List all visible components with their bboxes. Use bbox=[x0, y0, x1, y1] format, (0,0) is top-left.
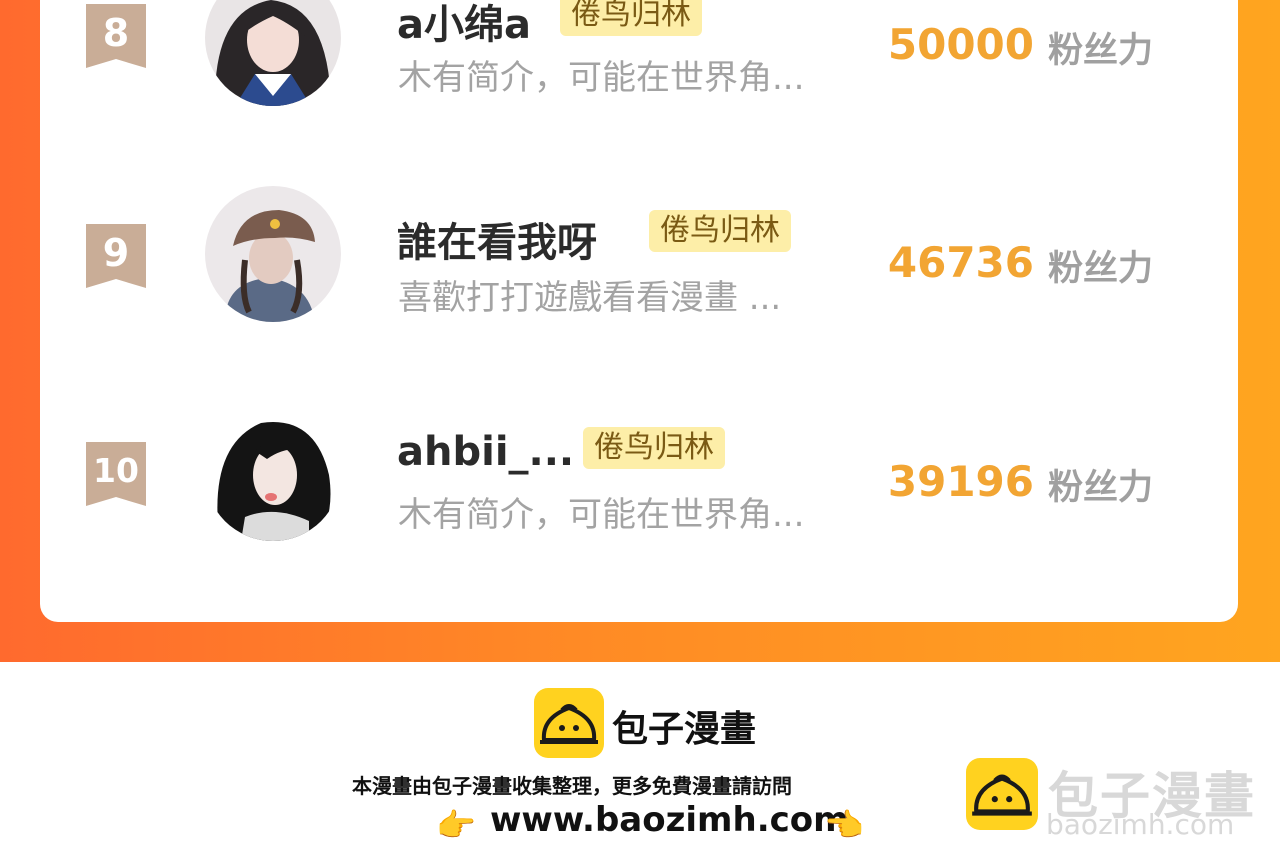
user-avatar[interactable] bbox=[205, 186, 341, 322]
user-tag-badge: 倦鸟归林 bbox=[560, 0, 702, 36]
user-name[interactable]: a小绵a bbox=[397, 0, 531, 50]
ranking-row[interactable]: 8 a小绵a 倦鸟归林 木有简介，可能在世界角... 50000 粉丝力 bbox=[0, 0, 1280, 130]
user-bio: 喜歡打打遊戲看看漫畫 ... bbox=[398, 278, 782, 318]
user-avatar[interactable] bbox=[205, 0, 341, 106]
footer-url-link[interactable]: www.baozimh.com bbox=[490, 800, 849, 840]
user-tag-badge: 倦鸟归林 bbox=[583, 427, 725, 469]
fans-label: 粉丝力 bbox=[1048, 31, 1154, 71]
user-avatar[interactable] bbox=[205, 405, 341, 541]
fans-count: 39196 bbox=[887, 457, 1034, 506]
steamed-bun-icon bbox=[534, 688, 604, 758]
user-tag-badge: 倦鸟归林 bbox=[649, 210, 791, 252]
ranking-row[interactable]: 10 ahbii_... 倦鸟归林 木有简介，可能在世界角... 39196 粉… bbox=[0, 405, 1280, 565]
fans-count: 46736 bbox=[887, 238, 1034, 287]
user-bio: 木有简介，可能在世界角... bbox=[398, 495, 805, 535]
user-avatar-icon bbox=[205, 186, 341, 322]
user-name[interactable]: 誰在看我呀 bbox=[397, 210, 597, 268]
user-name[interactable]: ahbii_... bbox=[397, 429, 574, 475]
user-avatar-icon bbox=[205, 0, 341, 106]
watermark-logo-icon bbox=[966, 758, 1038, 830]
rank-badge: 9 bbox=[86, 224, 146, 288]
fans-label: 粉丝力 bbox=[1048, 468, 1154, 508]
ranking-row[interactable]: 9 誰在看我呀 倦鸟归林 喜歡打打遊戲看看漫畫 ... 46736 粉丝力 bbox=[0, 186, 1280, 346]
pointing-left-icon: 👈 bbox=[824, 806, 864, 844]
rank-badge: 10 bbox=[86, 442, 146, 506]
rank-badge: 8 bbox=[86, 4, 146, 68]
user-bio: 木有简介，可能在世界角... bbox=[398, 58, 805, 98]
user-avatar-icon bbox=[205, 405, 341, 541]
fans-label: 粉丝力 bbox=[1048, 249, 1154, 289]
pointing-right-icon: 👉 bbox=[436, 806, 476, 844]
watermark-url: baozimh.com bbox=[1046, 808, 1235, 841]
fans-count: 50000 bbox=[887, 20, 1034, 69]
footer-brand: 包子漫畫 bbox=[612, 709, 757, 750]
